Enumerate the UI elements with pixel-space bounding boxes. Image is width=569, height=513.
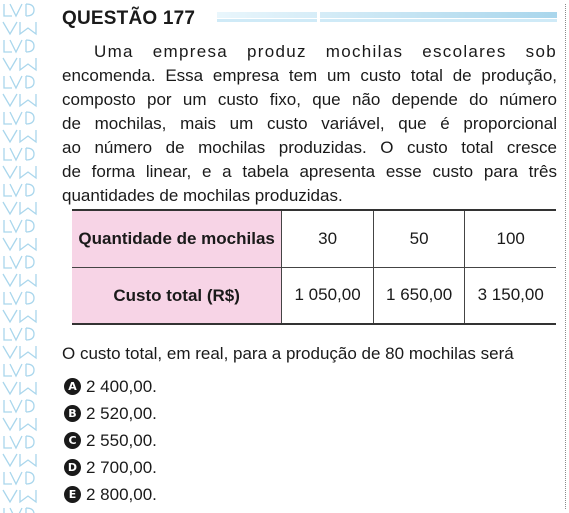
statement-line-7: quantidades de mochilas produzidas. xyxy=(62,186,343,205)
option-c[interactable]: C 2 550,00. xyxy=(64,427,157,454)
statement-line-2: encomenda. Essa empresa tem um custo tot… xyxy=(62,66,557,85)
statement-line-3: composto por um custo fixo, que não depe… xyxy=(62,90,557,109)
cost-cell: 1 650,00 xyxy=(372,266,466,325)
quantity-cell: 100 xyxy=(464,209,556,268)
option-text: 2 700,00. xyxy=(86,457,157,477)
right-margin-rule xyxy=(565,4,566,509)
question-header: QUESTÃO 177 xyxy=(62,0,557,34)
question-title: QUESTÃO 177 xyxy=(62,8,196,29)
cost-table: Quantidade de mochilas 30 50 100 Custo t… xyxy=(72,209,556,325)
title-decoration-bar xyxy=(217,12,557,24)
statement-line-4: de mochilas, mais um custo variável, que… xyxy=(62,114,557,133)
table-row: Custo total (R$) 1 050,00 1 650,00 3 150… xyxy=(72,266,556,325)
table-row: Quantidade de mochilas 30 50 100 xyxy=(72,209,556,268)
option-letter-badge: D xyxy=(64,459,81,476)
option-text: 2 400,00. xyxy=(86,376,157,396)
option-text: 2 550,00. xyxy=(86,430,157,450)
quantity-cell: 30 xyxy=(281,209,374,268)
option-text: 2 800,00. xyxy=(86,484,157,504)
question-statement: Uma empresa produz mochilas escolares so… xyxy=(62,40,557,208)
statement-line-6: de forma linear, e a tabela apresenta es… xyxy=(62,162,557,181)
question-prompt: O custo total, em real, para a produção … xyxy=(62,344,514,363)
statement-line-1: Uma empresa produz mochilas escolares so… xyxy=(94,42,557,61)
cost-cell: 3 150,00 xyxy=(464,266,556,325)
option-letter-badge: A xyxy=(64,378,81,395)
option-text: 2 520,00. xyxy=(86,403,157,423)
cost-cell: 1 050,00 xyxy=(281,266,374,325)
option-letter-badge: E xyxy=(64,486,81,503)
watermark-strip xyxy=(0,0,40,513)
statement-line-5: ao número de mochilas produzidas. O cust… xyxy=(62,138,557,157)
option-letter-badge: B xyxy=(64,405,81,422)
option-e[interactable]: E 2 800,00. xyxy=(64,481,157,508)
option-d[interactable]: D 2 700,00. xyxy=(64,454,157,481)
question-block: QUESTÃO 177 Uma empresa produz mochilas … xyxy=(62,0,557,504)
answer-options: A 2 400,00. B 2 520,00. C 2 550,00. D 2 … xyxy=(64,373,157,508)
quantity-cell: 50 xyxy=(372,209,466,268)
option-letter-badge: C xyxy=(64,432,81,449)
quantity-header-cell: Quantidade de mochilas xyxy=(72,209,283,268)
option-a[interactable]: A 2 400,00. xyxy=(64,373,157,400)
option-b[interactable]: B 2 520,00. xyxy=(64,400,157,427)
cost-header-cell: Custo total (R$) xyxy=(72,266,283,325)
